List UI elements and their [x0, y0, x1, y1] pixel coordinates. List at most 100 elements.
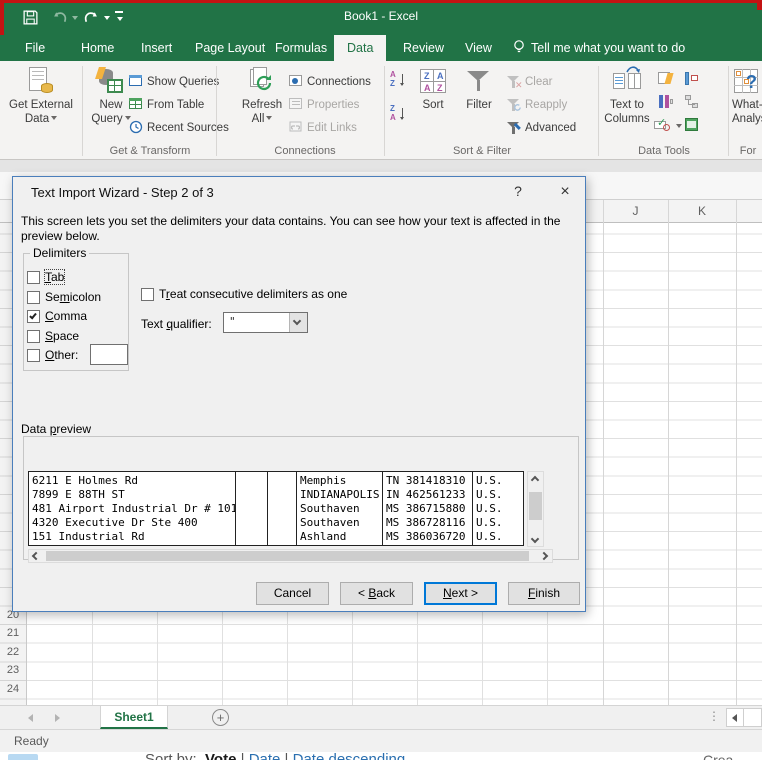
checkbox-box[interactable]	[141, 288, 154, 301]
preview-column-state-zip: TN 381418310 IN 462561233 MS 386715880 M…	[383, 472, 473, 545]
name-box-strip	[0, 160, 762, 172]
checkbox-box-checked[interactable]	[27, 310, 40, 323]
scroll-right-icon[interactable]	[539, 551, 549, 561]
get-external-data-button[interactable]: Get External Data	[6, 64, 76, 156]
row-header-24[interactable]: 24	[0, 680, 26, 699]
scroll-left-icon[interactable]	[732, 714, 737, 722]
combo-dropdown-button[interactable]	[289, 313, 307, 332]
grid-line	[482, 604, 483, 705]
clear-filter-button: ✕ Clear	[506, 73, 552, 93]
grid-line	[157, 604, 158, 705]
scrollbar-thumb[interactable]	[46, 551, 529, 561]
sort-icon: Z A A Z	[419, 67, 447, 97]
preview-vertical-scrollbar[interactable]	[527, 471, 544, 547]
dropdown-arrow-icon[interactable]	[676, 124, 682, 128]
text-qualifier-label: Text qualifier:	[141, 317, 212, 331]
finish-button[interactable]: Finish	[508, 582, 580, 605]
grid-line	[736, 200, 737, 705]
tab-home[interactable]: Home	[68, 35, 127, 61]
sort-button[interactable]: Z A A Z Sort	[410, 64, 456, 156]
grid-line	[668, 200, 669, 705]
scroll-left-icon[interactable]	[31, 551, 41, 561]
from-table-button[interactable]: From Table	[128, 96, 204, 116]
refresh-all-icon	[248, 67, 276, 97]
preview-horizontal-scrollbar[interactable]	[28, 549, 553, 563]
manage-data-model-icon[interactable]	[684, 117, 700, 133]
text-qualifier-select[interactable]: "	[223, 312, 308, 333]
checkbox-box[interactable]	[27, 290, 40, 304]
data-preview-table[interactable]: 6211 E Holmes Rd 7899 E 88TH ST 481 Airp…	[28, 471, 524, 546]
back-button[interactable]: < Back	[340, 582, 413, 605]
from-table-icon	[128, 96, 144, 112]
tab-file[interactable]: File	[12, 35, 58, 61]
sort-option-date-descending[interactable]: Date descending	[293, 752, 406, 760]
scrollbar-thumb[interactable]	[529, 492, 542, 520]
grid-line	[352, 604, 353, 705]
checkbox-box[interactable]	[27, 329, 40, 343]
tab-view[interactable]: View	[452, 35, 505, 61]
data-preview-label: Data preview	[21, 422, 92, 436]
advanced-filter-icon	[506, 119, 522, 135]
group-label-get-transform: Get & Transform	[109, 145, 191, 157]
advanced-filter-button[interactable]: Advanced	[506, 119, 576, 139]
cancel-button[interactable]: Cancel	[256, 582, 329, 605]
reapply-filter-button: Reapply	[506, 96, 567, 116]
group-label-connections: Connections	[274, 145, 336, 157]
capture-border-top	[0, 0, 762, 3]
show-queries-button[interactable]: Show Queries	[128, 73, 219, 93]
sort-option-date[interactable]: Date	[249, 752, 281, 760]
dialog-description: This screen lets you set the delimiters …	[21, 214, 561, 243]
what-if-analysis-button[interactable]: ? What-If Analysis	[732, 64, 762, 156]
recent-sources-button[interactable]: Recent Sources	[128, 119, 229, 139]
new-sheet-button[interactable]: +	[212, 709, 229, 726]
flash-fill-icon[interactable]	[658, 71, 674, 87]
tell-me-box[interactable]: Tell me what you want to do	[512, 35, 685, 61]
column-header-j[interactable]: J	[603, 204, 668, 218]
tab-insert[interactable]: Insert	[128, 35, 185, 61]
delimiters-legend: Delimiters	[30, 246, 90, 260]
help-button[interactable]: ?	[507, 183, 529, 203]
next-button[interactable]: Next >	[424, 582, 497, 605]
checkbox-box[interactable]	[27, 271, 40, 284]
row-header-21[interactable]: 21	[0, 624, 26, 643]
connections-button[interactable]: Connections	[288, 73, 371, 93]
text-to-columns-icon	[613, 66, 641, 97]
consolidate-icon[interactable]	[684, 71, 700, 87]
scroll-down-icon[interactable]	[530, 534, 540, 544]
sort-ascending-icon[interactable]: A Z	[390, 71, 408, 89]
sort-option-vote[interactable]: Vote	[205, 752, 236, 760]
sheet-tab-sheet1[interactable]: Sheet1	[100, 706, 168, 729]
row-header-22[interactable]: 22	[0, 643, 26, 662]
filter-icon	[465, 67, 493, 97]
tab-overflow-icon[interactable]: ⋮	[708, 709, 720, 723]
data-validation-icon[interactable]: ✓	[654, 117, 682, 133]
sheet-tab-bar: Sheet1 + ⋮	[0, 705, 762, 729]
refresh-all-button[interactable]: Refresh All	[236, 64, 288, 156]
text-to-columns-button[interactable]: Text to Columns	[600, 64, 654, 156]
filter-button[interactable]: Filter	[456, 64, 502, 156]
scroll-up-icon[interactable]	[530, 475, 540, 485]
background-page-button	[8, 754, 38, 760]
group-label-sort-filter: Sort & Filter	[452, 145, 512, 157]
tab-formulas[interactable]: Formulas	[262, 35, 340, 61]
sort-descending-icon[interactable]: Z A	[390, 105, 408, 123]
preview-column-empty-1	[236, 472, 268, 545]
other-delimiter-input[interactable]	[90, 344, 128, 365]
show-queries-icon	[128, 73, 144, 89]
remove-duplicates-icon[interactable]	[658, 94, 674, 110]
chevron-down-icon	[292, 316, 302, 326]
clear-filter-icon: ✕	[507, 76, 523, 90]
prev-sheet-icon[interactable]	[28, 714, 33, 722]
connections-icon	[288, 73, 304, 89]
column-header-k[interactable]: K	[668, 204, 736, 218]
next-sheet-icon[interactable]	[55, 714, 60, 722]
checkbox-box[interactable]	[27, 349, 40, 362]
new-query-icon	[95, 67, 125, 97]
relationships-icon[interactable]	[684, 94, 700, 110]
tab-data[interactable]: Data	[334, 35, 387, 61]
close-button[interactable]: ×	[551, 181, 579, 204]
background-page-sortbar: Sort by: Vote | Date | Date descending	[145, 752, 405, 760]
row-header-23[interactable]: 23	[0, 661, 26, 680]
horizontal-scrollbar[interactable]	[726, 708, 762, 727]
tab-review[interactable]: Review	[390, 35, 457, 61]
